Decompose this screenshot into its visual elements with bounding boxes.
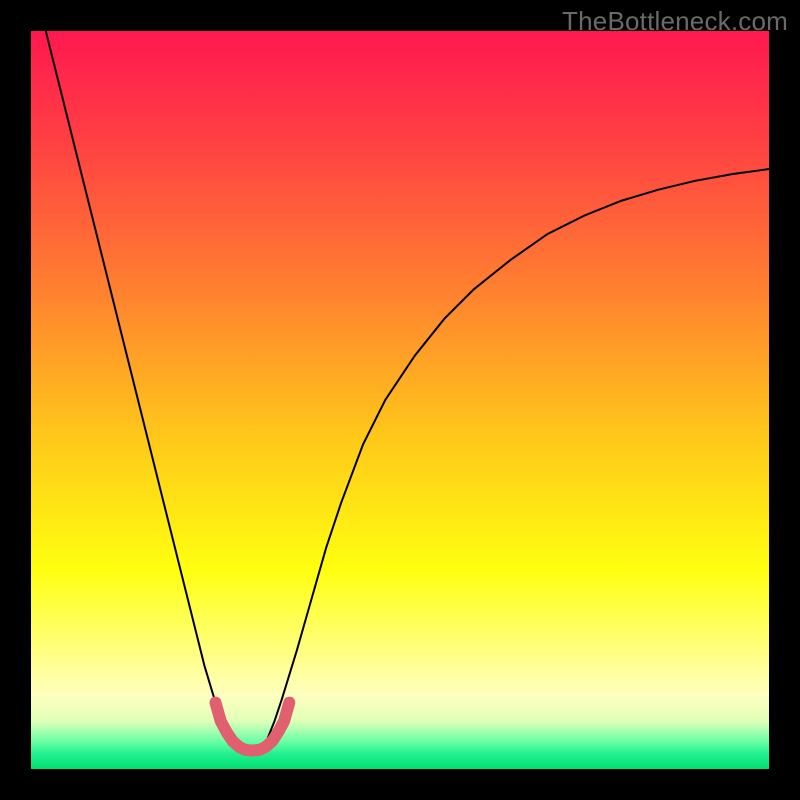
plot-area — [31, 31, 769, 769]
chart-frame: TheBottleneck.com — [0, 0, 800, 800]
chart-canvas — [31, 31, 769, 769]
gradient-background — [31, 31, 769, 769]
watermark-label: TheBottleneck.com — [562, 6, 788, 37]
